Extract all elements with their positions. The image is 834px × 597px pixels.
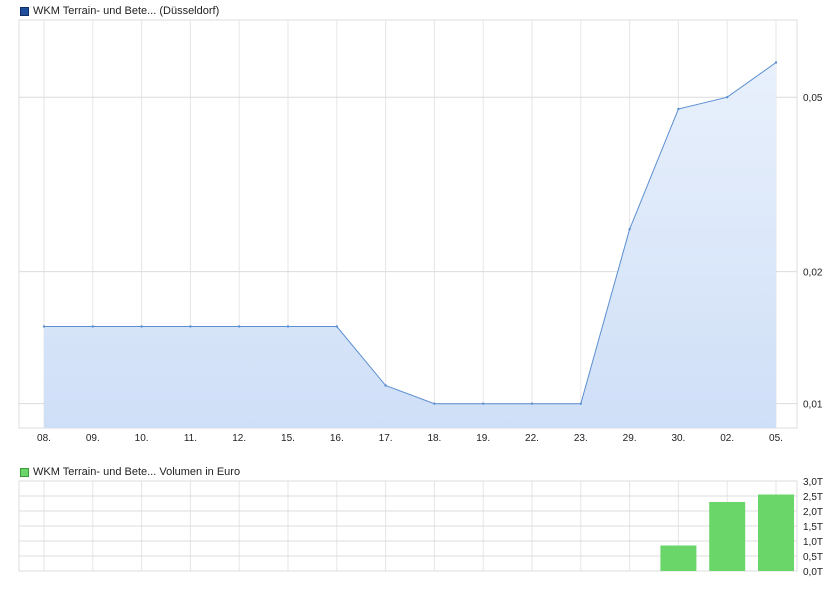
price-xtick-label: 10. — [135, 433, 149, 444]
price-point — [774, 61, 778, 64]
volume-ytick-label: 1,0T — [803, 537, 823, 548]
price-point — [530, 402, 534, 405]
volume-ytick-label: 2,5T — [803, 492, 823, 503]
price-xtick-label: 12. — [232, 433, 246, 444]
price-xtick-label: 16. — [330, 433, 344, 444]
volume-bar — [758, 494, 794, 571]
price-point — [42, 325, 46, 328]
chart-canvas: 0,05 0,02 0,01 08. 09. 10. 11. 12. 15. 16. 17. 18. 1… — [18, 19, 823, 578]
price-ytick-label: 0,02 — [803, 268, 823, 279]
price-point — [238, 325, 241, 328]
volume-bar — [660, 545, 697, 571]
price-point — [726, 96, 729, 99]
price-point — [384, 384, 387, 387]
price-xtick-label: 09. — [86, 433, 100, 444]
volume-bar — [709, 502, 746, 571]
price-point — [628, 227, 631, 231]
price-xtick-label: 08. — [37, 433, 51, 444]
price-xtick-label: 02. — [720, 433, 734, 444]
price-xtick-label: 29. — [623, 433, 637, 444]
price-ytick-label: 0,05 — [803, 93, 823, 104]
price-xtick-label: 05. — [769, 433, 783, 444]
price-point — [433, 402, 436, 405]
price-xtick-label: 18. — [427, 433, 441, 444]
price-xtick-label: 11. — [184, 433, 197, 444]
price-point — [335, 325, 338, 328]
volume-chart: 0,0T 0,5T 1,0T 1,5T 2,0T 2,5T 3,0T — [18, 477, 823, 578]
price-ytick-label: 0,01 — [803, 400, 823, 411]
price-xtick-label: 23. — [574, 433, 588, 444]
volume-ytick-label: 3,0T — [803, 477, 823, 488]
price-point — [579, 402, 582, 405]
volume-ytick-label: 1,5T — [803, 522, 823, 533]
price-point — [286, 325, 290, 328]
volume-ytick-label: 2,0T — [803, 507, 823, 518]
price-xtick-label: 15. — [281, 433, 295, 444]
price-point — [140, 325, 143, 328]
price-point — [677, 107, 680, 111]
volume-ytick-label: 0,0T — [803, 567, 823, 578]
price-xtick-label: 19. — [476, 433, 490, 444]
price-xtick-label: 17. — [379, 433, 393, 444]
price-chart: 0,05 0,02 0,01 08. 09. 10. 11. 12. 15. 16. 17. 18. 1… — [18, 19, 823, 444]
price-point — [482, 402, 485, 405]
price-point — [189, 325, 192, 328]
price-xtick-label: 30. — [671, 433, 685, 444]
volume-ytick-label: 0,5T — [803, 552, 823, 563]
price-point — [91, 325, 95, 328]
price-xtick-label: 22. — [525, 433, 539, 444]
